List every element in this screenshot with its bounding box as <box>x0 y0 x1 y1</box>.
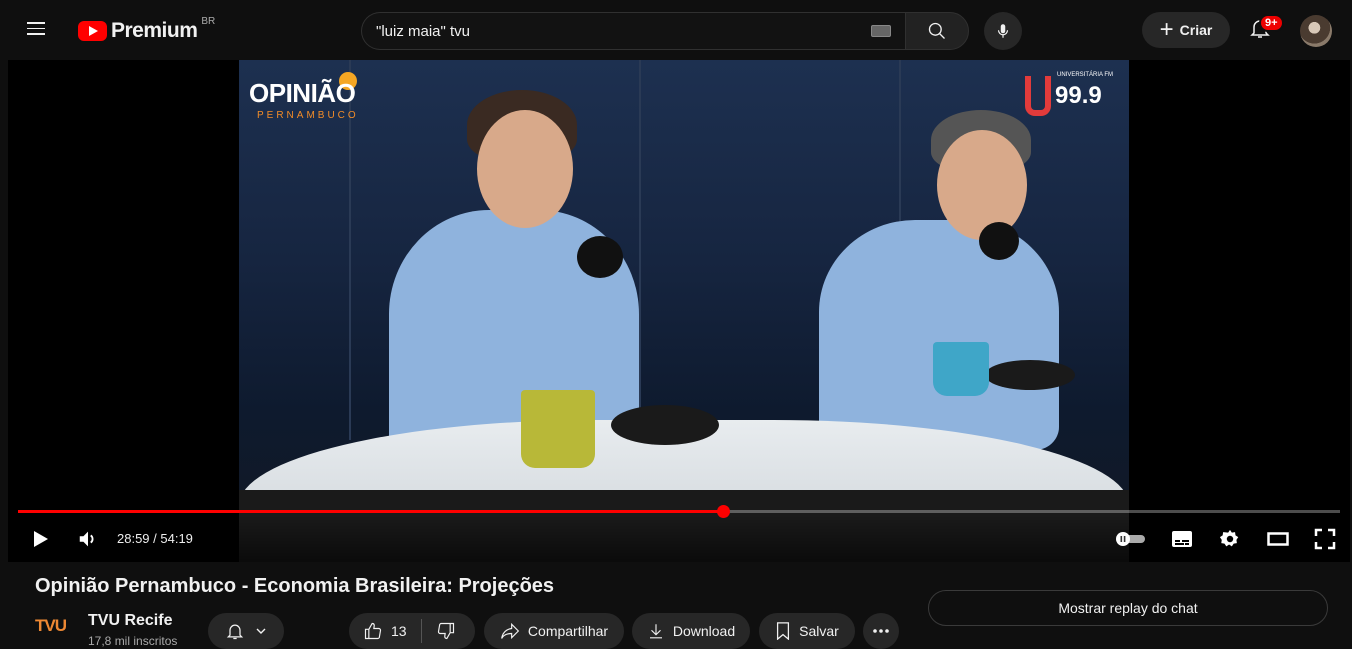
dislike-button[interactable] <box>436 621 456 641</box>
voice-search-button[interactable] <box>984 12 1022 50</box>
play-icon <box>34 531 48 547</box>
gear-icon <box>1219 529 1239 547</box>
like-divider <box>420 619 422 643</box>
host-right-head <box>937 130 1027 240</box>
radio-logo-number: 99.9 <box>1055 82 1102 109</box>
country-code: BR <box>201 15 216 27</box>
fullscreen-button[interactable] <box>1313 527 1337 551</box>
microphone-icon <box>997 24 1009 38</box>
subscriber-count: 17,8 mil inscritos <box>88 634 178 648</box>
youtube-play-icon <box>78 21 107 41</box>
time-display: 28:59 / 54:19 <box>117 531 193 546</box>
show-logo: OPINIÃO <box>249 78 356 108</box>
keyboard-icon[interactable] <box>871 25 891 37</box>
fullscreen-icon <box>1314 528 1336 550</box>
share-arrow-icon <box>501 622 520 640</box>
show-logo-subtitle: PERNAMBUCO <box>257 110 359 121</box>
create-button[interactable]: + Criar <box>1142 12 1230 48</box>
more-horizontal-icon <box>873 629 889 633</box>
radio-logo: UNIVERSITÁRIA FM 99.9 <box>1025 72 1125 122</box>
radio-logo-mark <box>1025 76 1051 116</box>
show-chat-replay-button[interactable]: Mostrar replay do chat <box>928 590 1328 626</box>
thumbs-down-icon <box>437 622 454 640</box>
video-frame[interactable]: OPINIÃO PERNAMBUCO UNIVERSITÁRIA FM 99.9 <box>239 60 1129 562</box>
play-button[interactable] <box>28 527 52 551</box>
like-button[interactable]: 13 <box>363 621 407 641</box>
save-label: Salvar <box>799 623 839 639</box>
studio-panel-line <box>639 60 641 440</box>
yellow-mug <box>521 390 595 468</box>
like-count: 13 <box>391 623 407 639</box>
bell-icon <box>226 624 244 640</box>
mic-stand-base-left <box>611 405 719 445</box>
host-left-head <box>477 110 573 228</box>
save-button[interactable]: Salvar <box>759 613 855 649</box>
channel-avatar[interactable]: TVU <box>35 616 75 640</box>
like-dislike-segment: 13 <box>349 613 475 649</box>
share-button[interactable]: Compartilhar <box>484 613 624 649</box>
channel-name[interactable]: TVU Recife <box>88 612 172 630</box>
volume-button[interactable] <box>76 527 100 551</box>
player-controls: 28:59 / 54:19 <box>8 515 1350 562</box>
settings-button[interactable] <box>1218 527 1242 551</box>
host-right <box>819 220 1059 450</box>
microphone-left <box>577 236 623 278</box>
autoplay-toggle-icon <box>1116 532 1145 546</box>
radio-logo-name: UNIVERSITÁRIA FM <box>1057 72 1114 78</box>
theater-mode-button[interactable] <box>1266 527 1290 551</box>
captions-icon <box>1172 531 1192 547</box>
create-label: Criar <box>1179 22 1213 38</box>
search-input[interactable]: "luiz maia" tvu <box>361 12 905 50</box>
mic-stand-base-right <box>985 360 1075 390</box>
chat-replay-label: Mostrar replay do chat <box>1058 600 1198 616</box>
more-actions-button[interactable] <box>863 613 899 649</box>
download-button[interactable]: Download <box>632 613 750 649</box>
subtitles-button[interactable] <box>1170 527 1194 551</box>
search-query-text: "luiz maia" tvu <box>376 22 471 40</box>
youtube-premium-logo[interactable]: Premium BR <box>78 15 216 44</box>
search-button[interactable] <box>905 12 969 50</box>
masthead: Premium BR "luiz maia" tvu + Criar 9+ <box>0 0 1352 60</box>
logo-text: Premium <box>111 19 198 42</box>
thumbs-up-icon <box>364 622 382 640</box>
progress-bar[interactable] <box>18 505 1340 518</box>
notification-badge: 9+ <box>1259 14 1284 32</box>
volume-icon <box>79 531 94 547</box>
progress-bar-played <box>18 510 724 513</box>
microphone-right <box>979 222 1019 260</box>
share-label: Compartilhar <box>527 623 609 639</box>
download-icon <box>649 624 662 639</box>
video-title: Opinião Pernambuco - Economia Brasileira… <box>35 575 555 597</box>
hamburger-menu-icon[interactable] <box>24 18 48 42</box>
account-avatar[interactable] <box>1300 15 1332 47</box>
plus-icon: + <box>1159 16 1174 43</box>
autoplay-toggle[interactable] <box>1114 527 1148 551</box>
video-player[interactable]: OPINIÃO PERNAMBUCO UNIVERSITÁRIA FM 99.9… <box>8 60 1350 562</box>
blue-mug <box>933 342 989 396</box>
chevron-down-icon <box>256 628 266 634</box>
subscription-notifications-button[interactable] <box>208 613 284 649</box>
theater-mode-icon <box>1267 532 1289 546</box>
search-icon <box>928 22 945 39</box>
download-label: Download <box>672 623 736 639</box>
bookmark-icon <box>777 622 790 640</box>
